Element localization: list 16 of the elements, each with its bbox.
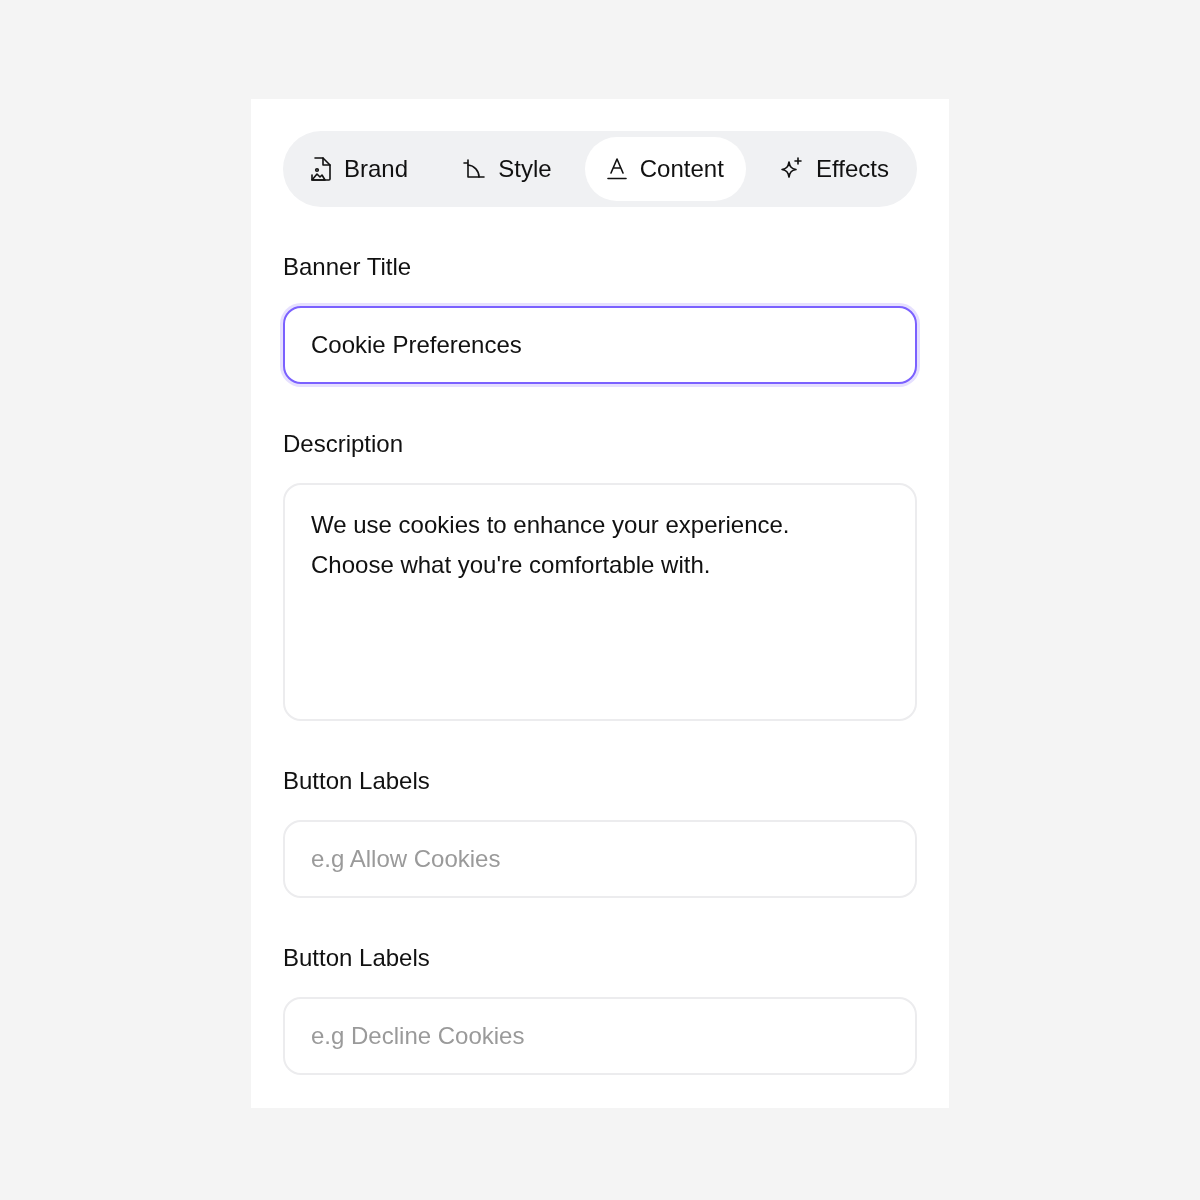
tab[interactable]: Effects <box>757 137 911 201</box>
text-input-field[interactable]: Cookie Preferences <box>283 306 917 384</box>
field-label: Button Labels <box>283 943 431 973</box>
text-input-field[interactable]: e.g Allow Cookies <box>283 820 917 898</box>
field-label: Button Labels <box>283 766 431 796</box>
sparkles-icon <box>779 157 804 181</box>
tab[interactable]: Content <box>584 137 746 201</box>
tab[interactable]: Brand <box>289 137 431 201</box>
field-label: Description <box>283 429 405 459</box>
field-label: Banner Title <box>283 252 413 282</box>
angle-icon <box>463 159 486 179</box>
text-input-field[interactable]: e.g Decline Cookies <box>283 997 917 1075</box>
description-field[interactable]: We use cookies to enhance your experience. Choose what you're comfortable with. <box>283 483 917 721</box>
file-image-icon <box>311 157 331 181</box>
tab[interactable]: Style <box>441 137 574 201</box>
text-style-icon <box>606 158 627 180</box>
